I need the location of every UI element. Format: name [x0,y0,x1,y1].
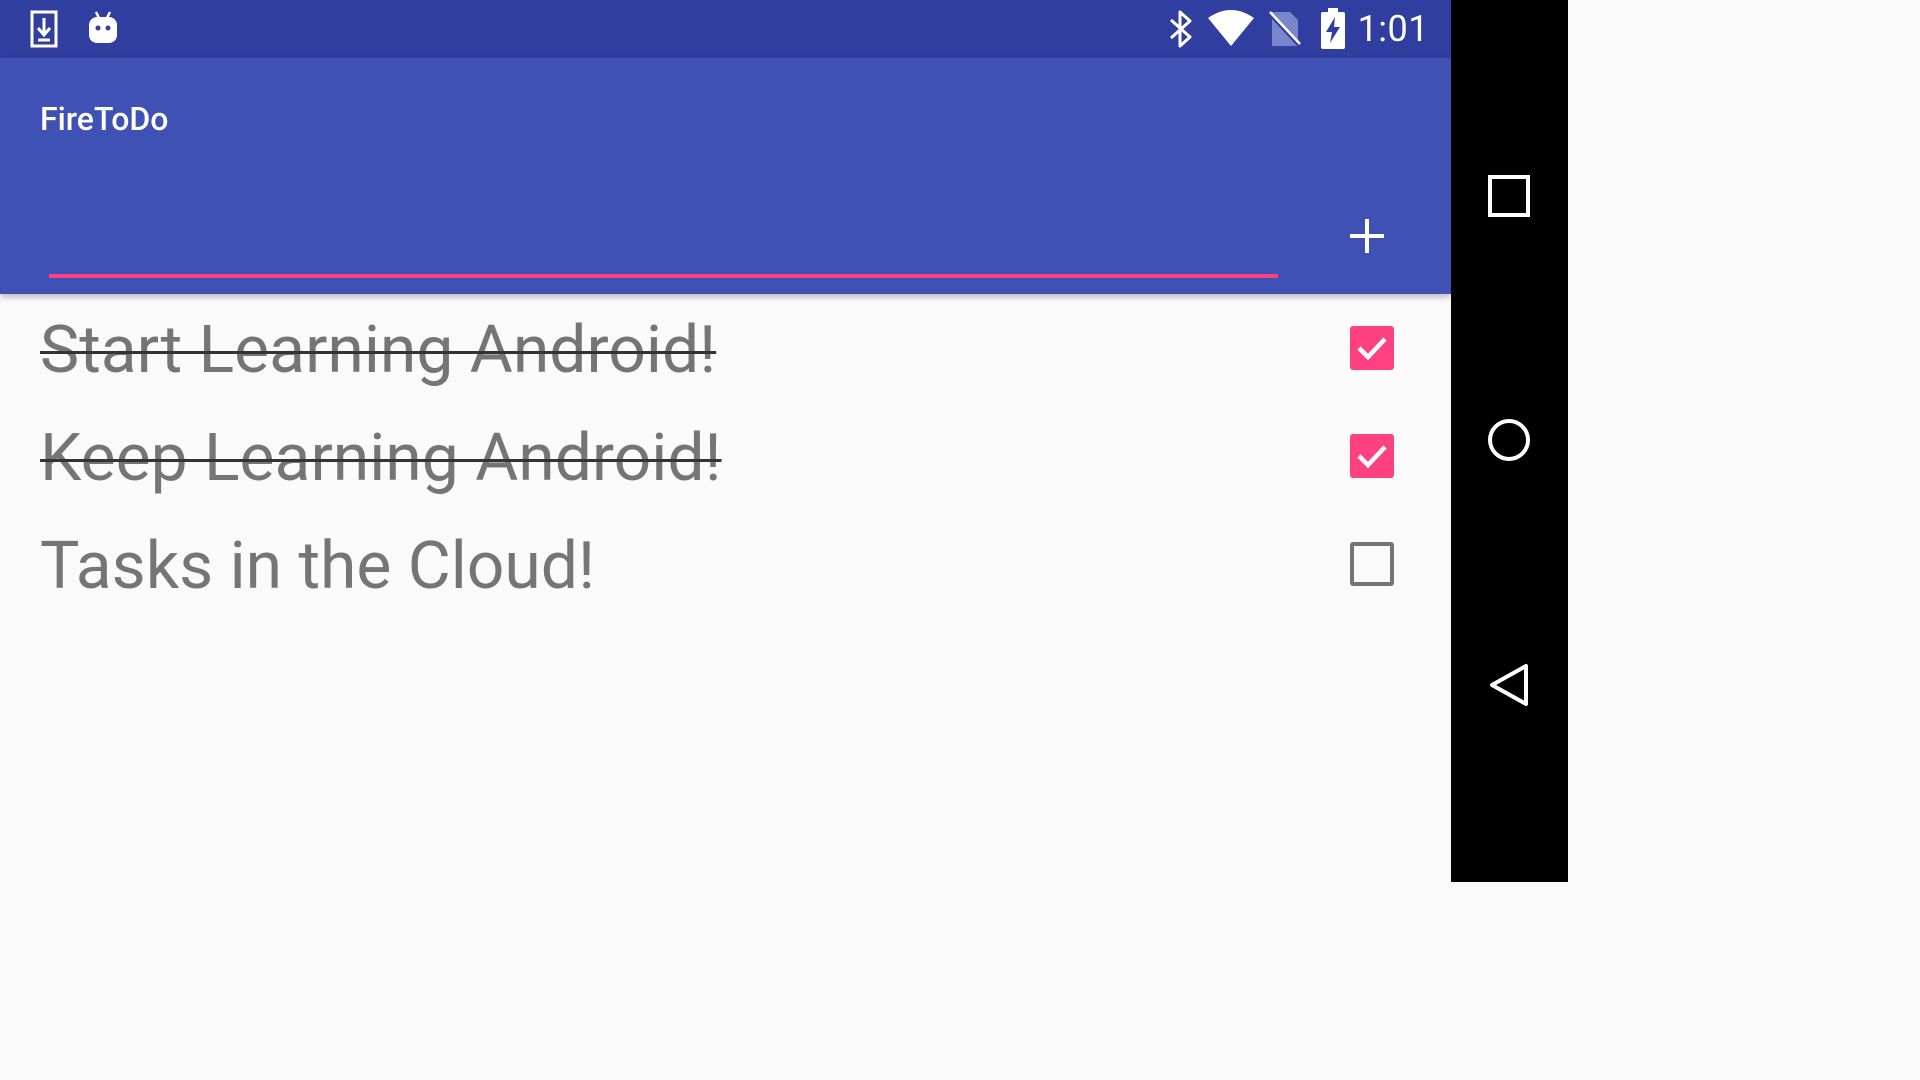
task-label: Tasks in the Cloud! [40,528,596,605]
task-row: Start Learning Android! [0,294,1451,402]
status-time: 1:01 [1357,8,1429,50]
new-task-input[interactable] [49,208,1278,278]
task-row: Keep Learning Android! [0,402,1451,510]
app-title: FireToDo [40,100,169,138]
no-sim-icon [1268,10,1302,52]
task-checkbox-checked[interactable] [1350,434,1394,478]
task-list: Start Learning Android! Keep Learning An… [0,294,1451,618]
home-button[interactable] [1451,382,1568,499]
app-bar: FireToDo [0,58,1451,294]
add-task-button[interactable] [1336,205,1398,267]
wifi-icon [1208,10,1254,50]
task-label: Start Learning Android! [40,312,717,389]
app-screen: 1:01 FireToDo Start Learning Android! Ke… [0,0,1451,882]
recents-button[interactable] [1451,138,1568,255]
task-label: Keep Learning Android! [40,420,722,497]
task-checkbox-unchecked[interactable] [1350,542,1394,586]
battery-charging-icon [1320,8,1346,54]
status-bar: 1:01 [0,0,1451,58]
bluetooth-icon [1168,10,1194,52]
navigation-bar [1451,0,1568,882]
download-notification-icon [30,10,58,52]
back-button[interactable] [1451,627,1568,744]
android-notification-icon [88,10,118,48]
plus-icon [1336,219,1398,271]
task-row: Tasks in the Cloud! [0,510,1451,618]
task-checkbox-checked[interactable] [1350,326,1394,370]
